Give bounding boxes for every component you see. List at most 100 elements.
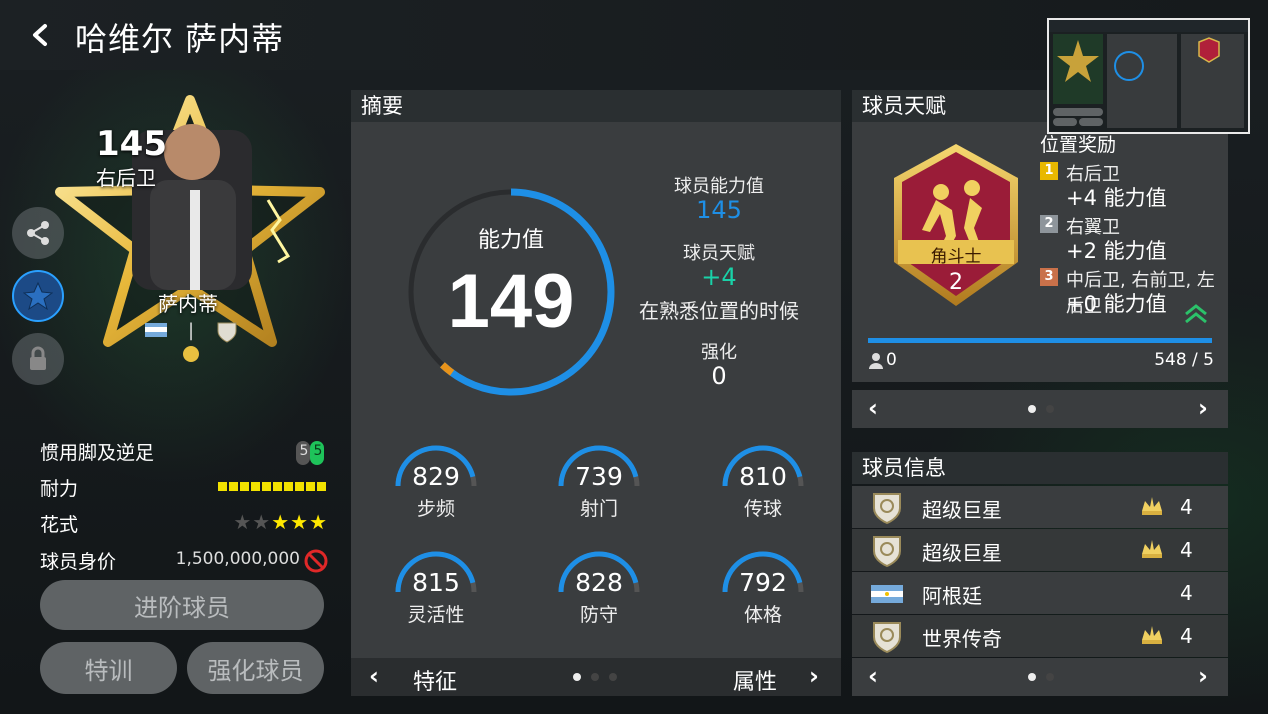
star-icon (23, 281, 53, 311)
stat-gauge: 739 射门 (544, 442, 654, 532)
reward-bonus: +0 能力值 (1066, 292, 1167, 316)
info-row[interactable]: 超级巨星 4 (852, 486, 1228, 528)
stat-value: 739 (575, 462, 623, 491)
reward-bonus: +2 能力值 (1066, 239, 1167, 263)
share-icon (27, 221, 49, 245)
crown-icon (1142, 626, 1162, 644)
summary-next-button[interactable]: › (809, 662, 819, 690)
skill-star-icon: ★ (233, 510, 253, 534)
info-row[interactable]: 超级巨星 4 (852, 529, 1228, 571)
lock-button[interactable] (12, 333, 64, 385)
talent-progress-fill (868, 338, 1212, 343)
skill-star-icon: ★ (271, 510, 291, 534)
attr-stamina-label: 耐力 (40, 478, 79, 500)
stat-gauge: 829 步频 (381, 442, 491, 532)
price-value: 1,500,000,000 (175, 549, 300, 569)
info-row-count: 4 (1180, 624, 1193, 648)
favorite-button[interactable] (12, 270, 64, 322)
reward-rank-badge: 3 (1040, 268, 1058, 286)
summary-prev-button[interactable]: ‹ (369, 662, 379, 690)
badge-name: 角斗士 (930, 247, 982, 267)
info-row-count: 4 (1180, 495, 1193, 519)
double-chevron-up-icon[interactable] (1184, 304, 1208, 324)
talent-note: 在熟悉位置的时候 (639, 299, 799, 323)
stat-gauge: 828 防守 (544, 548, 654, 638)
back-button[interactable] (26, 20, 56, 50)
stamina-segment (262, 482, 271, 491)
star-frame-icon (55, 95, 325, 362)
stamina-segment (240, 482, 249, 491)
skill-star-icon: ★ (252, 510, 272, 534)
advance-player-button[interactable]: 进阶球员 (40, 580, 324, 630)
skill-star-icon: ★ (290, 510, 310, 534)
stat-value: 792 (739, 568, 787, 597)
foot-right: 5 (313, 443, 323, 459)
summary-page-dots (573, 673, 617, 681)
summary-panel: 能力值 149 球员能力值 145 球员天赋 +4 在熟悉位置的时候 强化 0 … (351, 122, 841, 658)
info-row-text: 超级巨星 (922, 541, 1002, 565)
stamina-segment (295, 482, 304, 491)
attr-stamina: 耐力 (40, 474, 330, 502)
progress-right: 548 / 5 (1154, 350, 1214, 370)
shield-icon (873, 493, 901, 525)
card-rating: 145 (96, 124, 167, 164)
talent-value: +4 (701, 263, 737, 291)
talent-pager: ‹ › (852, 390, 1228, 428)
enhance-player-button[interactable]: 强化球员 (187, 642, 324, 694)
info-page-dots (1028, 673, 1054, 681)
person-icon (869, 353, 883, 369)
info-row-count: 4 (1180, 581, 1193, 605)
skill-star-icon: ★ (309, 510, 328, 534)
talent-prev-button[interactable]: ‹ (868, 394, 878, 422)
talent-page-dots (1028, 405, 1054, 413)
card-separator: | (188, 320, 195, 341)
attr-skill-label: 花式 (40, 514, 79, 536)
stamina-segment (218, 482, 227, 491)
attr-price-label: 球员身价 (40, 551, 117, 573)
info-pager: ‹ › (852, 658, 1228, 696)
shield-icon (873, 622, 901, 654)
boost-label: 强化 (701, 342, 737, 363)
stat-label: 体格 (743, 604, 782, 626)
stat-gauge: 792 体格 (708, 548, 818, 638)
stamina-segment (317, 482, 326, 491)
info-row[interactable]: 阿根廷 4 (852, 572, 1228, 614)
summary-pager: ‹ 特征 属性 › (351, 658, 841, 696)
stamina-segment (306, 482, 315, 491)
stamina-segment (229, 482, 238, 491)
attr-price: 球员身价 1,500,000,000 (40, 547, 330, 575)
talent-next-button[interactable]: › (1198, 394, 1208, 422)
reward-rank-badge: 1 (1040, 162, 1058, 180)
crown-icon (1142, 497, 1162, 515)
reward-rank-badge: 2 (1040, 215, 1058, 233)
share-button[interactable] (12, 207, 64, 259)
ovr-value: 149 (447, 259, 575, 344)
badge-level: 2 (949, 270, 963, 295)
player-card[interactable]: 145 右后卫 萨内蒂 | (40, 80, 340, 400)
minimap-thumbnail[interactable] (1047, 18, 1250, 134)
stat-label: 步频 (416, 498, 455, 520)
info-next-button[interactable]: › (1198, 662, 1208, 690)
stat-gauge: 810 传球 (708, 442, 818, 532)
info-row-text: 阿根廷 (922, 584, 982, 608)
pager-right-label[interactable]: 属性 (733, 664, 777, 696)
pager-left-label[interactable]: 特征 (413, 664, 457, 696)
stat-label: 传球 (743, 498, 782, 520)
stat-value: 829 (412, 462, 460, 491)
progress-left: 0 (886, 350, 897, 370)
stamina-segment (273, 482, 282, 491)
card-name: 萨内蒂 (158, 292, 218, 316)
info-row-text: 世界传奇 (922, 627, 1002, 651)
attr-foot: 惯用脚及逆足 5 5 (40, 438, 330, 466)
stamina-segment (284, 482, 293, 491)
chevron-left-icon (33, 24, 47, 46)
rewards-title: 位置奖励 (1040, 134, 1117, 156)
info-prev-button[interactable]: ‹ (868, 662, 878, 690)
skill-stars: ★★★★★ (233, 510, 328, 534)
training-button[interactable]: 特训 (40, 642, 177, 694)
attr-foot-label: 惯用脚及逆足 (40, 442, 155, 464)
lock-icon (30, 346, 46, 370)
player-ovr-value: 145 (696, 196, 742, 224)
info-row[interactable]: 世界传奇 4 (852, 615, 1228, 657)
no-trade-icon (304, 549, 328, 573)
